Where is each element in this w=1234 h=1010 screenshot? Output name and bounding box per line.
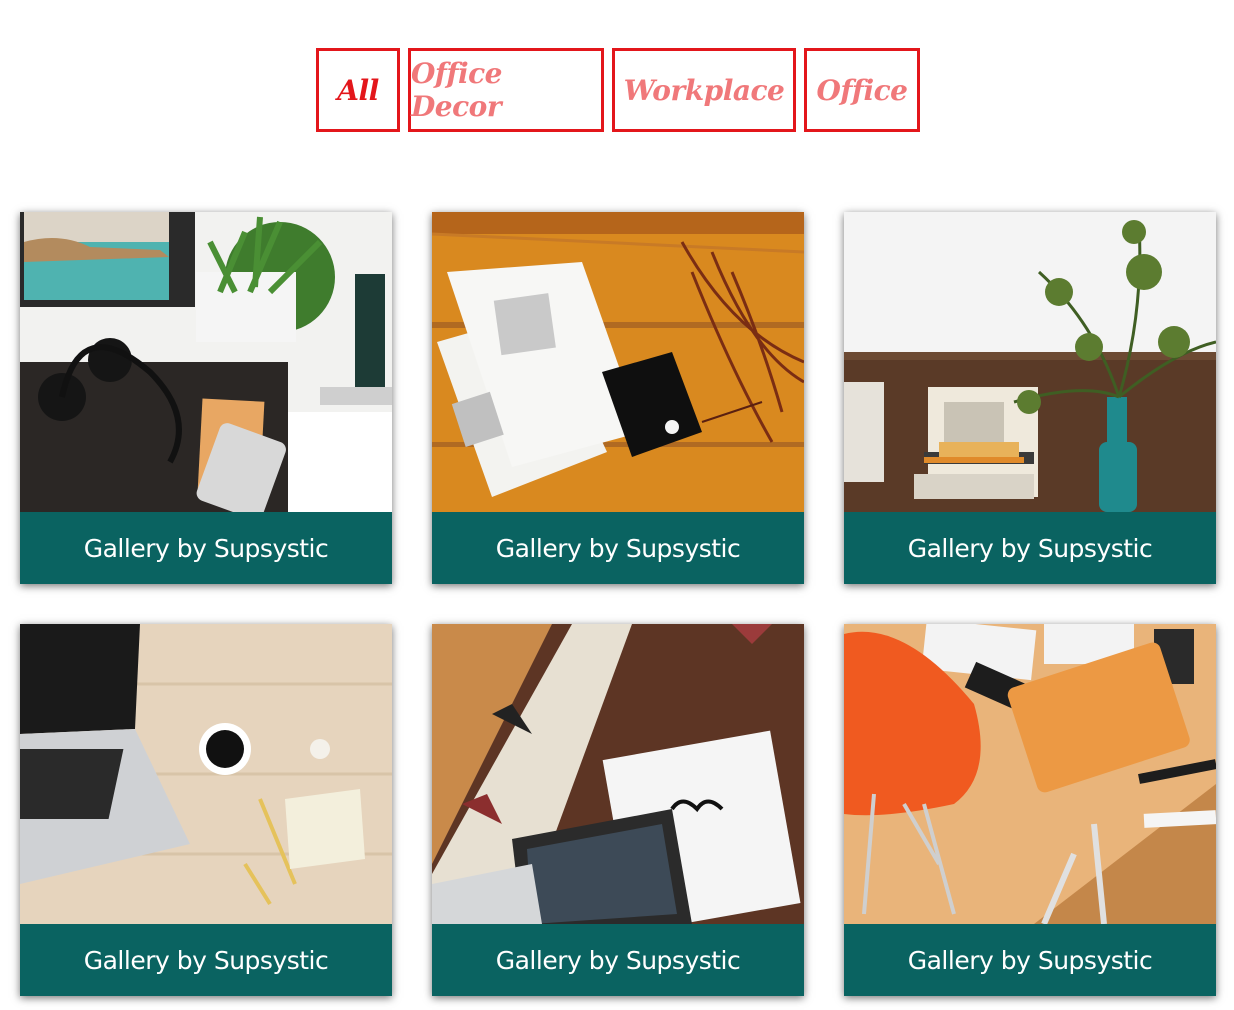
gallery-item[interactable]: Gallery by Supsystic: [20, 212, 392, 584]
desk-books-plant-vase-photo: [844, 212, 1216, 512]
filter-office-decor-button[interactable]: Office Decor: [408, 48, 604, 132]
gallery-item[interactable]: Gallery by Supsystic: [20, 624, 392, 996]
filter-all-button[interactable]: All: [316, 48, 400, 132]
gallery-filter-bar: All Office Decor Workplace Office: [316, 48, 920, 132]
gallery-item[interactable]: Gallery by Supsystic: [432, 212, 804, 584]
gallery-item[interactable]: Gallery by Supsystic: [432, 624, 804, 996]
orange-chair-notebook-desk-photo: [844, 624, 1216, 924]
open-magazine-wood-table-photo: [432, 212, 804, 512]
desk-headphones-phone-photo: [20, 212, 392, 512]
gallery-item-caption: Gallery by Supsystic: [432, 924, 804, 996]
gallery-item-caption: Gallery by Supsystic: [844, 512, 1216, 584]
gallery-item-caption: Gallery by Supsystic: [432, 512, 804, 584]
gallery-item-caption: Gallery by Supsystic: [20, 924, 392, 996]
laptop-notebook-glasses-rug-photo: [432, 624, 804, 924]
filter-workplace-button[interactable]: Workplace: [612, 48, 796, 132]
gallery-item-caption: Gallery by Supsystic: [844, 924, 1216, 996]
gallery-item[interactable]: Gallery by Supsystic: [844, 624, 1216, 996]
filter-office-button[interactable]: Office: [804, 48, 920, 132]
laptop-coffee-pencils-photo: [20, 624, 392, 924]
gallery-item[interactable]: Gallery by Supsystic: [844, 212, 1216, 584]
gallery-item-caption: Gallery by Supsystic: [20, 512, 392, 584]
gallery-grid: Gallery by Supsystic Gallery by Supsysti…: [20, 212, 1216, 996]
